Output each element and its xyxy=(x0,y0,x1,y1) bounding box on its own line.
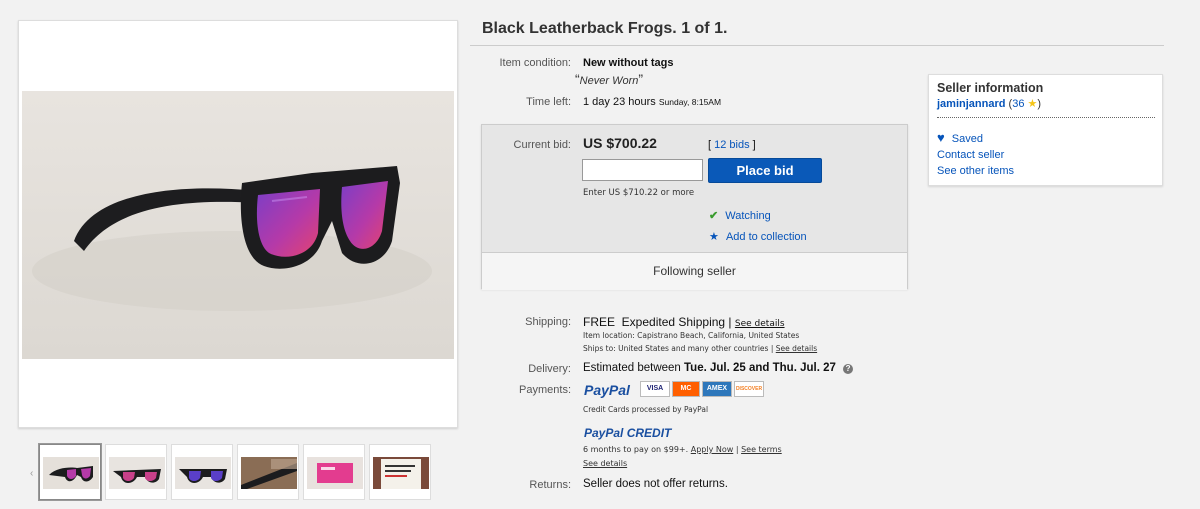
amex-card-icon: AMEX xyxy=(702,381,732,397)
mastercard-icon: MC xyxy=(672,381,700,397)
payments-label: Payments: xyxy=(519,384,571,396)
add-to-collection-link[interactable]: Add to collection xyxy=(726,231,807,243)
star-icon: ★ xyxy=(709,231,719,243)
visa-card-icon: VISA xyxy=(640,381,670,397)
saved-seller-link[interactable]: Saved xyxy=(952,133,983,145)
ships-to: Ships to: United States and many other c… xyxy=(583,344,817,353)
delivery-value: Estimated between Tue. Jul. 25 and Thu. … xyxy=(583,362,854,374)
add-collection-row[interactable]: ★ Add to collection xyxy=(709,230,807,243)
see-terms-link[interactable]: See terms xyxy=(741,445,782,454)
seller-info-heading: Seller information xyxy=(937,81,1044,95)
credit-note-text: 6 months to pay on $99+. xyxy=(583,445,689,454)
thumbnail-prev-arrow[interactable]: ‹ xyxy=(30,468,33,479)
thumbnail-3[interactable] xyxy=(171,444,233,500)
info-icon[interactable]: ? xyxy=(843,364,854,374)
thumbnail-2[interactable] xyxy=(105,444,167,500)
paypal-credit-note: 6 months to pay on $99+. Apply Now | See… xyxy=(583,445,782,454)
image-panel xyxy=(18,20,458,428)
time-left-end: Sunday, 8:15AM xyxy=(658,97,722,107)
thumbnail-1[interactable] xyxy=(39,444,101,500)
delivery-range: Tue. Jul. 25 and Thu. Jul. 27 xyxy=(684,362,836,374)
item-condition-label: Item condition: xyxy=(499,57,571,69)
bid-count-open: [ xyxy=(708,139,712,151)
shipping-text: FREE Expedited Shipping | xyxy=(583,315,732,329)
cards-note: Credit Cards processed by PayPal xyxy=(583,405,709,414)
thumbnail-4[interactable] xyxy=(237,444,299,500)
place-bid-button[interactable]: Place bid xyxy=(708,158,822,183)
seller-name-link[interactable]: jaminjannard xyxy=(937,98,1005,110)
following-seller-button[interactable]: Following seller xyxy=(482,252,907,290)
discover-card-icon: DISCOVER xyxy=(734,381,764,397)
time-left-label: Time left: xyxy=(526,96,571,108)
condition-quote-text: Never Worn xyxy=(579,75,639,87)
feedback-score[interactable]: 36 xyxy=(1012,98,1024,110)
contact-seller-link[interactable]: Contact seller xyxy=(937,149,1004,161)
bid-amount-input[interactable] xyxy=(582,159,703,181)
heart-icon: ♥ xyxy=(937,130,945,145)
feedback-star-icon: ★ xyxy=(1027,98,1038,110)
apply-now-link[interactable]: Apply Now xyxy=(691,445,734,454)
current-bid-price: US $700.22 xyxy=(583,135,657,151)
see-other-items-link[interactable]: See other items xyxy=(937,165,1014,177)
bid-hint: Enter US $710.22 or more xyxy=(583,188,695,198)
bid-count-close: ] xyxy=(752,139,756,151)
watching-link[interactable]: Watching xyxy=(725,210,770,222)
shipping-see-details-link[interactable]: See details xyxy=(735,319,785,329)
close-quote: ” xyxy=(638,71,644,87)
paypal-logo: PayPal xyxy=(584,382,630,398)
bid-count: [ 12 bids ] xyxy=(708,139,756,151)
credit-sep: | xyxy=(735,445,739,454)
item-condition-value: New without tags xyxy=(583,57,674,69)
time-left-value: 1 day 23 hours Sunday, 8:15AM xyxy=(583,96,721,108)
main-product-image[interactable] xyxy=(22,91,454,359)
returns-label: Returns: xyxy=(529,479,571,491)
time-left-duration: 1 day 23 hours xyxy=(583,96,656,108)
rating-close: ) xyxy=(1037,98,1042,110)
shipping-label: Shipping: xyxy=(525,316,571,328)
title-divider xyxy=(470,45,1164,46)
ships-to-text: Ships to: United States and many other c… xyxy=(583,344,774,353)
paypal-credit-logo: PayPal CREDIT xyxy=(584,426,672,440)
thumbnail-6[interactable] xyxy=(369,444,431,500)
payments-see-details-link[interactable]: See details xyxy=(583,459,627,468)
shipping-value: FREE Expedited Shipping | See details xyxy=(583,315,785,329)
item-location: Item location: Capistrano Beach, Califor… xyxy=(583,331,800,340)
ships-to-see-details-link[interactable]: See details xyxy=(776,344,817,353)
delivery-label: Delivery: xyxy=(528,363,571,375)
saved-seller-row[interactable]: ♥ Saved xyxy=(937,130,983,145)
listing-title: Black Leatherback Frogs. 1 of 1. xyxy=(482,20,728,37)
condition-quote: “Never Worn” xyxy=(575,71,643,87)
check-icon: ✔ xyxy=(709,210,719,222)
delivery-prefix: Estimated between xyxy=(583,362,685,374)
seller-name-row: jaminjannard (36 ★) xyxy=(937,97,1041,110)
bid-count-link[interactable]: 12 bids xyxy=(714,139,749,151)
thumbnail-5[interactable] xyxy=(303,444,365,500)
returns-value: Seller does not offer returns. xyxy=(583,478,728,490)
seller-divider xyxy=(937,117,1155,118)
current-bid-label: Current bid: xyxy=(513,139,571,151)
watching-row[interactable]: ✔ Watching xyxy=(709,209,771,222)
